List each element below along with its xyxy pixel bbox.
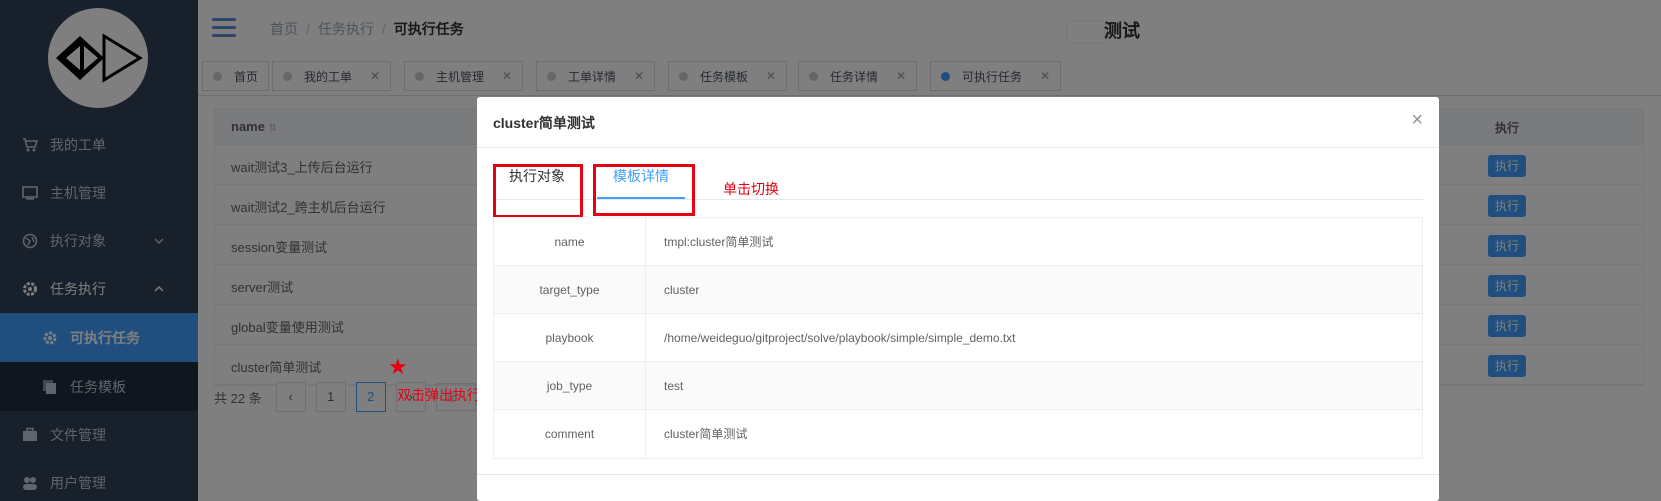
- detail-key: comment: [494, 410, 646, 458]
- annotation-highlight-box: [493, 164, 583, 218]
- divider: [477, 147, 1439, 148]
- annotation-switch-tab: 单击切换: [723, 181, 779, 197]
- task-detail-dialog: cluster简单测试 × 执行对象 模板详情 单击切换 name tmpl:cl…: [477, 97, 1439, 501]
- detail-key: target_type: [494, 266, 646, 314]
- detail-value: cluster简单测试: [664, 427, 748, 441]
- detail-value: tmpl:cluster简单测试: [664, 235, 774, 249]
- close-icon[interactable]: ×: [1411, 109, 1423, 132]
- detail-row: name tmpl:cluster简单测试: [494, 218, 1422, 266]
- detail-value: /home/weideguo/gitproject/solve/playbook…: [664, 331, 1016, 345]
- detail-value: cluster: [664, 283, 700, 297]
- annotation-highlight-box: [593, 164, 695, 216]
- detail-key: name: [494, 218, 646, 266]
- detail-key: job_type: [494, 362, 646, 410]
- star-marker-icon: ★: [388, 354, 408, 379]
- detail-key: playbook: [494, 314, 646, 362]
- detail-row: job_type test: [494, 362, 1422, 410]
- divider: [477, 474, 1439, 475]
- detail-row: playbook/home/weideguo/gitproject/solve/…: [494, 314, 1422, 362]
- template-detail-table: name tmpl:cluster简单测试 target_type cluster …: [493, 217, 1423, 459]
- detail-value: test: [664, 379, 684, 393]
- dialog-title: cluster简单测试: [493, 115, 595, 131]
- detail-row: comment cluster简单测试: [494, 410, 1422, 458]
- detail-row: target_type cluster: [494, 266, 1422, 314]
